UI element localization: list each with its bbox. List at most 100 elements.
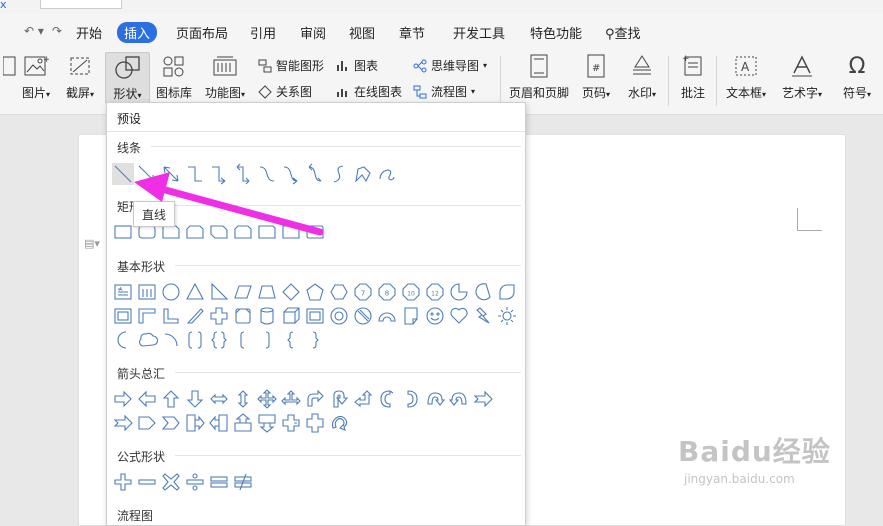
shape-arrow-21[interactable] <box>208 412 230 434</box>
shape-basic-37[interactable] <box>160 329 182 351</box>
shape-arrow-17[interactable] <box>112 412 134 434</box>
smartart-button[interactable]: 智能图形 <box>258 57 324 74</box>
doc-tab-fragment[interactable]: cx <box>0 0 7 11</box>
watermark-button[interactable]: 水印▾ <box>624 52 660 101</box>
shape-basic-5[interactable] <box>208 281 230 303</box>
shape-arrow-6[interactable] <box>232 388 254 410</box>
shape-basic-41[interactable] <box>256 329 278 351</box>
shape-straight-line[interactable] <box>112 163 134 185</box>
picture-button[interactable]: + 图片▾ <box>18 52 54 101</box>
shape-basic-42[interactable] <box>280 329 302 351</box>
shape-basic-36[interactable] <box>136 329 159 351</box>
shape-basic-35[interactable] <box>112 329 134 351</box>
shape-rectangle-1[interactable] <box>112 221 134 243</box>
shape-formula-6[interactable] <box>232 471 254 493</box>
shape-button[interactable]: 形状▾ <box>105 52 150 104</box>
shape-basic-19[interactable] <box>136 305 158 327</box>
shape-arrow-9[interactable] <box>304 388 326 410</box>
shape-basic-29[interactable] <box>376 305 398 327</box>
shape-formula-5[interactable] <box>208 471 230 493</box>
shape-rectangle-8[interactable] <box>280 221 302 243</box>
tab-start[interactable]: 开始 <box>76 23 102 42</box>
shape-rectangle-5[interactable] <box>208 221 230 243</box>
shape-arrow-16[interactable] <box>472 388 494 410</box>
shape-basic-2[interactable] <box>136 281 158 303</box>
tab-insert[interactable]: 插入 <box>117 22 158 43</box>
shape-arrow-5[interactable] <box>208 388 230 410</box>
shape-basic-24[interactable] <box>256 305 278 327</box>
shape-arrow-18[interactable] <box>136 412 158 434</box>
shape-rectangle-7[interactable] <box>256 221 278 243</box>
shape-basic-14[interactable]: 12 <box>424 281 446 303</box>
tab-review[interactable]: 审阅 <box>300 23 326 42</box>
shape-basic-17[interactable] <box>496 281 518 303</box>
shape-scribble[interactable] <box>376 163 398 185</box>
shape-curve[interactable] <box>328 163 350 185</box>
shape-formula-2[interactable] <box>136 471 158 493</box>
shape-basic-27[interactable] <box>328 305 350 327</box>
shape-arrow-2[interactable] <box>136 388 158 410</box>
tab-fragment[interactable] <box>40 0 122 9</box>
paragraph-icon[interactable]: ▤▾ <box>84 237 100 250</box>
shape-rectangle-4[interactable] <box>184 221 206 243</box>
shape-basic-15[interactable] <box>448 281 470 303</box>
tab-features[interactable]: 特色功能 <box>530 23 582 42</box>
shape-basic-31[interactable] <box>424 305 446 327</box>
shape-basic-25[interactable] <box>280 305 302 327</box>
shape-basic-13[interactable]: 10 <box>400 281 422 303</box>
header-footer-button[interactable]: 页眉和页脚 <box>508 52 570 101</box>
shape-rectangle-6[interactable] <box>232 221 254 243</box>
shape-formula-4[interactable] <box>184 471 206 493</box>
redo-icon[interactable]: ↷ <box>52 24 62 38</box>
shape-basic-3[interactable] <box>160 281 182 303</box>
shape-curved-connector[interactable] <box>256 163 278 185</box>
shape-arrow-12[interactable] <box>376 388 398 410</box>
shape-basic-12[interactable]: 8 <box>376 281 398 303</box>
shape-arrow-line[interactable] <box>136 163 158 185</box>
shape-basic-21[interactable] <box>184 305 206 327</box>
shape-basic-20[interactable] <box>160 305 182 327</box>
shape-arrow-3[interactable] <box>160 388 182 410</box>
shape-basic-33[interactable] <box>472 305 494 327</box>
shape-arrow-22[interactable] <box>232 412 254 434</box>
shape-elbow-connector[interactable] <box>184 163 206 185</box>
shape-arrow-1[interactable] <box>112 388 134 410</box>
shape-basic-9[interactable] <box>304 281 326 303</box>
shape-basic-8[interactable] <box>280 281 302 303</box>
symbol-button[interactable]: Ω 符号▾ <box>836 52 878 101</box>
shape-freeform[interactable] <box>352 163 374 185</box>
tab-page-layout[interactable]: 页面布局 <box>176 23 228 42</box>
ribbon-fragment-button[interactable] <box>0 52 16 84</box>
shape-basic-10[interactable] <box>328 281 350 303</box>
shape-arrow-23[interactable] <box>256 412 278 434</box>
shape-arrow-15[interactable] <box>448 388 470 410</box>
online-chart-button[interactable]: 在线图表 <box>336 83 402 100</box>
shape-basic-39[interactable] <box>208 329 230 351</box>
function-chart-button[interactable]: 功能图▾ <box>200 52 250 101</box>
shape-elbow-arrow-connector[interactable] <box>208 163 230 185</box>
shape-arrow-20[interactable] <box>184 412 206 434</box>
shape-arrow-24[interactable] <box>280 412 302 434</box>
shape-arrow-4[interactable] <box>184 388 206 410</box>
shape-basic-7[interactable] <box>256 281 278 303</box>
shape-basic-38[interactable] <box>184 329 206 351</box>
textbox-button[interactable]: A 文本框▾ <box>722 52 770 101</box>
shape-curved-double-arrow[interactable] <box>304 163 326 185</box>
shape-arrow-7[interactable] <box>256 388 278 410</box>
page-number-button[interactable]: # 页码▾ <box>578 52 614 101</box>
shape-arrow-26[interactable] <box>328 412 350 434</box>
shape-arrow-13[interactable] <box>400 388 422 410</box>
shape-basic-40[interactable] <box>232 329 254 351</box>
shape-basic-6[interactable] <box>232 281 254 303</box>
relation-chart-button[interactable]: 关系图 <box>258 83 312 100</box>
shape-basic-4[interactable] <box>184 281 206 303</box>
search-button[interactable]: ⚲查找 <box>605 23 641 42</box>
shape-arrow-8[interactable] <box>280 388 302 410</box>
shape-basic-30[interactable] <box>400 305 422 327</box>
shape-rectangle-9[interactable] <box>304 221 326 243</box>
shape-basic-43[interactable] <box>304 329 326 351</box>
shape-arrow-10[interactable] <box>328 388 350 410</box>
shape-arrow-14[interactable] <box>424 388 446 410</box>
shape-basic-28[interactable] <box>352 305 374 327</box>
shape-elbow-double-arrow[interactable] <box>232 163 254 185</box>
